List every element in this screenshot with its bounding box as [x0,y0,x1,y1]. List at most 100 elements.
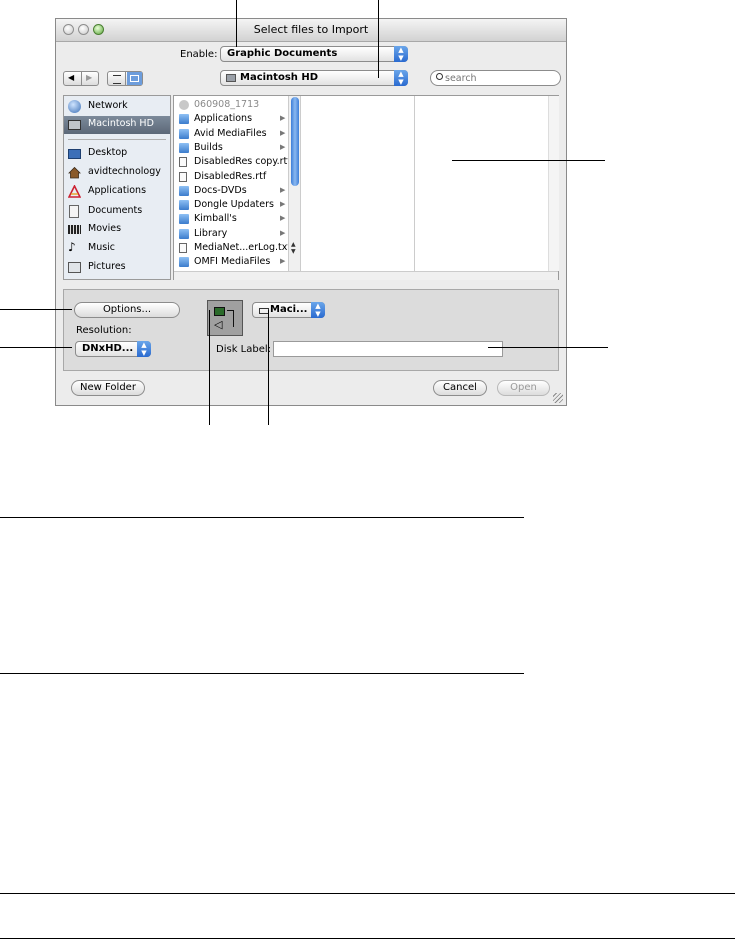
title-bar[interactable]: Select files to Import [56,19,566,42]
file-row[interactable]: Builds ▶ [176,141,288,155]
callout-line-options [0,309,72,310]
column-divider [414,96,415,279]
horizontal-scrollbar[interactable] [174,271,558,280]
search-field[interactable] [430,70,561,86]
back-forward-buttons[interactable]: ◀ ▶ [63,71,99,86]
folder-icon [179,257,189,268]
search-input[interactable] [445,71,555,85]
scrollbar-thumb[interactable] [291,97,299,186]
sidebar-item-applications[interactable]: Applications [64,183,170,201]
sidebar-item-desktop[interactable]: Desktop [64,145,170,163]
sidebar-item-documents[interactable]: Documents [64,203,170,221]
column-view-icon[interactable] [127,72,142,85]
sidebar-item-music[interactable]: ♪ Music [64,240,170,258]
link-bracket-icon [227,310,234,327]
file-name: OMFI MediaFiles [194,256,271,268]
rule [0,938,735,939]
file-column[interactable]: 060908_1713 Applications ▶ Avid MediaFiles ▶… [174,96,292,271]
hard-drive-icon [226,74,236,82]
documents-icon [69,205,79,218]
file-name: MediaNet...erLog.txt [194,242,292,253]
callout-line-preview [452,160,605,161]
sidebar-item-label: Pictures [88,261,126,272]
disclosure-arrow-icon: ▶ [280,185,286,194]
file-name: DisabledRes.rtf [194,170,267,182]
file-name: Docs-DVDs [194,184,247,196]
popup-arrows-icon: ▲ ▼ [137,341,151,357]
disk-label-label: Disk Label: [216,344,272,355]
list-view-icon[interactable] [113,75,121,84]
cancel-button[interactable]: Cancel [433,380,487,396]
drive-value: Maci... [270,304,308,315]
drive-popup[interactable]: Maci... ▲ ▼ [252,302,325,318]
disk-icon [179,100,189,110]
file-row[interactable]: Applications ▶ [176,112,288,126]
video-icon [214,307,225,316]
search-icon [436,73,443,80]
file-name: Kimball's [194,213,237,225]
location-value: Macintosh HD [240,72,319,83]
sidebar-item-network[interactable]: Network [64,98,170,116]
resolution-value: DNxHD... [82,343,134,354]
resize-grip-icon[interactable] [553,393,563,403]
folder-icon [179,142,189,153]
file-row[interactable]: DisabledRes.rtf [176,170,288,184]
folder-icon [179,214,189,225]
file-name: Library [194,227,228,239]
hard-drive-icon [68,120,81,130]
file-row[interactable]: Library ▶ [176,227,288,241]
back-arrow-icon[interactable]: ◀ [68,73,74,82]
resolution-popup[interactable]: DNxHD... ▲ ▼ [75,341,151,357]
file-row[interactable]: Kimball's ▶ [176,212,288,226]
file-name: 060908_1713 [194,99,260,110]
home-icon [68,166,81,179]
sidebar-item-pictures[interactable]: Pictures [64,259,170,277]
divider [81,72,82,85]
movies-icon [68,225,81,234]
file-row[interactable]: MediaNet...erLog.txt [176,241,292,255]
popup-arrows-icon: ▲ ▼ [394,46,408,62]
file-name: Dongle Updaters [194,199,274,211]
document-icon [179,243,187,253]
view-mode-buttons[interactable] [107,71,143,86]
folder-icon [179,228,189,239]
rule [0,673,524,674]
open-button[interactable]: Open [497,380,550,396]
options-button[interactable]: Options... [74,302,180,318]
sidebar-item-label: avidtechnology [88,166,161,177]
sidebar-item-avidtechnology[interactable]: avidtechnology [64,164,170,182]
file-row[interactable]: DisabledRes copy.rtf [176,155,291,169]
globe-icon [68,100,81,113]
file-row[interactable]: OMFI MediaFiles ▶ [176,255,288,269]
sidebar-item-label: Desktop [88,147,128,158]
sidebar-divider [68,139,166,140]
sidebar-item-macintosh-hd[interactable]: Macintosh HD [64,116,170,134]
file-row[interactable]: Docs-DVDs ▶ [176,184,288,198]
document-icon [179,157,187,168]
file-row[interactable]: 060908_1713 [176,98,288,112]
sidebar-item-movies[interactable]: Movies [64,221,170,239]
sidebar-item-label: Movies [88,223,122,234]
location-popup[interactable]: Macintosh HD ▲ ▼ [220,70,408,86]
video-audio-toggle[interactable]: ◁ [207,300,243,336]
scroll-arrows-icon[interactable]: ▲ ▼ [291,241,296,255]
disclosure-arrow-icon: ▶ [280,228,286,237]
folder-icon [179,128,189,139]
disclosure-arrow-icon: ▶ [280,142,286,151]
desktop-icon [68,149,81,159]
folder-icon [179,114,189,125]
file-row[interactable]: Dongle Updaters ▶ [176,198,288,212]
file-row[interactable]: Avid MediaFiles ▶ [176,127,288,141]
callout-line-drive [268,310,269,425]
callout-line-enable [236,0,237,47]
callout-line-resolution [0,347,72,348]
right-scrollbar[interactable] [548,96,559,271]
callout-line-video-audio [209,310,210,425]
column-browser[interactable]: 060908_1713 Applications ▶ Avid MediaFiles ▶… [173,95,559,280]
file-name: Applications [194,113,253,125]
disk-label-field[interactable] [273,341,503,357]
new-folder-button[interactable]: New Folder [71,380,145,396]
sidebar-item-label: Applications [88,185,147,196]
forward-arrow-icon[interactable]: ▶ [86,73,92,82]
enable-popup[interactable]: Graphic Documents ▲ ▼ [220,46,408,62]
